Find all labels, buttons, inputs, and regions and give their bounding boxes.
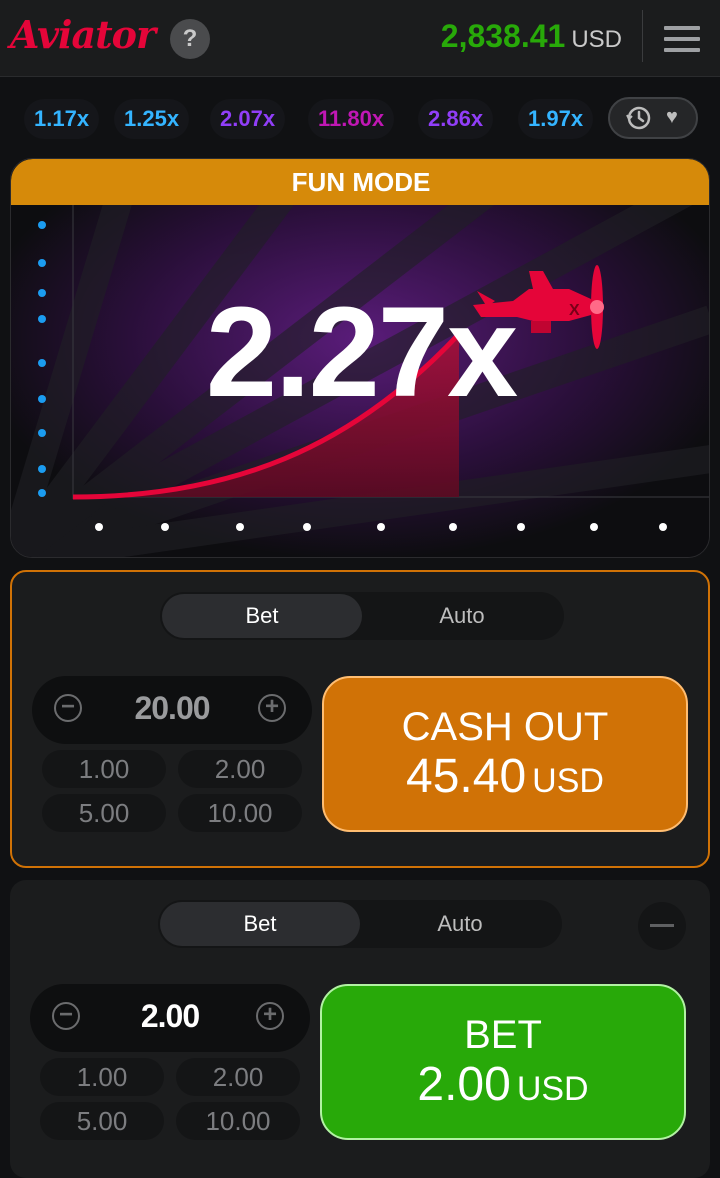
increase-stake-button[interactable]: +: [258, 694, 286, 722]
tab-bet[interactable]: Bet: [160, 902, 360, 946]
cash-out-button[interactable]: CASH OUT 45.40 USD: [322, 676, 688, 832]
bet-amount: 2.00 USD: [417, 1058, 589, 1111]
stake-input[interactable]: 20.00: [92, 690, 252, 727]
decrease-stake-button[interactable]: −: [52, 1002, 80, 1030]
top-bar: Aviator ? 2,838.41 USD: [0, 0, 720, 77]
quick-stake-button[interactable]: 1.00: [42, 750, 166, 788]
cash-out-amount: 45.40 USD: [406, 750, 604, 803]
cash-out-label: CASH OUT: [401, 705, 609, 749]
multiplier-history: 1.17x 1.25x 2.07x 11.80x 2.86x 1.97x ♥: [0, 77, 720, 157]
increase-stake-button[interactable]: +: [256, 1002, 284, 1030]
history-item[interactable]: 1.25x: [114, 99, 190, 139]
history-item[interactable]: 1.17x: [24, 99, 100, 139]
remove-panel-button[interactable]: [638, 902, 686, 950]
tab-auto[interactable]: Auto: [362, 594, 562, 638]
bet-label: BET: [464, 1013, 542, 1057]
history-item[interactable]: 1.97x: [518, 99, 594, 139]
quick-stake-button[interactable]: 2.00: [178, 750, 302, 788]
history-item[interactable]: 2.07x: [210, 99, 286, 139]
decrease-stake-button[interactable]: −: [54, 694, 82, 722]
quick-stake-button[interactable]: 1.00: [40, 1058, 164, 1096]
fun-mode-banner: FUN MODE: [11, 159, 709, 205]
history-item[interactable]: 11.80x: [308, 99, 395, 139]
bet-mode-tabs: Bet Auto: [158, 900, 562, 948]
bet-panel-1: Bet Auto − 20.00 + 1.00 2.00 5.00 10.00 …: [10, 570, 710, 868]
bet-mode-tabs: Bet Auto: [160, 592, 564, 640]
bet-panel-2: Bet Auto − 2.00 + 1.00 2.00 5.00 10.00 B…: [10, 880, 710, 1178]
balance-display: 2,838.41 USD: [441, 18, 622, 55]
quick-stake-button[interactable]: 5.00: [42, 794, 166, 832]
heart-icon: ♥: [666, 106, 678, 128]
stake-stepper: − 20.00 +: [32, 676, 312, 744]
tab-auto[interactable]: Auto: [360, 902, 560, 946]
aviator-logo: Aviator: [10, 12, 156, 57]
current-multiplier: 2.27x: [205, 281, 518, 424]
header-divider: [642, 10, 643, 62]
quick-stake-button[interactable]: 10.00: [176, 1102, 300, 1140]
tab-bet[interactable]: Bet: [162, 594, 362, 638]
history-item[interactable]: 2.86x: [418, 99, 494, 139]
stake-input[interactable]: 2.00: [90, 998, 250, 1035]
balance-amount: 2,838.41: [440, 18, 566, 54]
bet-button[interactable]: BET 2.00 USD: [320, 984, 686, 1140]
game-canvas: X FUN MODE 2.27x: [10, 158, 710, 558]
hamburger-menu-icon[interactable]: [664, 26, 700, 52]
stake-stepper: − 2.00 +: [30, 984, 310, 1052]
history-toggle-button[interactable]: ♥: [608, 97, 698, 139]
balance-currency: USD: [571, 26, 622, 53]
help-button[interactable]: ?: [170, 19, 210, 59]
quick-stake-button[interactable]: 5.00: [40, 1102, 164, 1140]
history-clock-icon: [626, 106, 651, 130]
quick-stake-button[interactable]: 10.00: [178, 794, 302, 832]
quick-stake-button[interactable]: 2.00: [176, 1058, 300, 1096]
